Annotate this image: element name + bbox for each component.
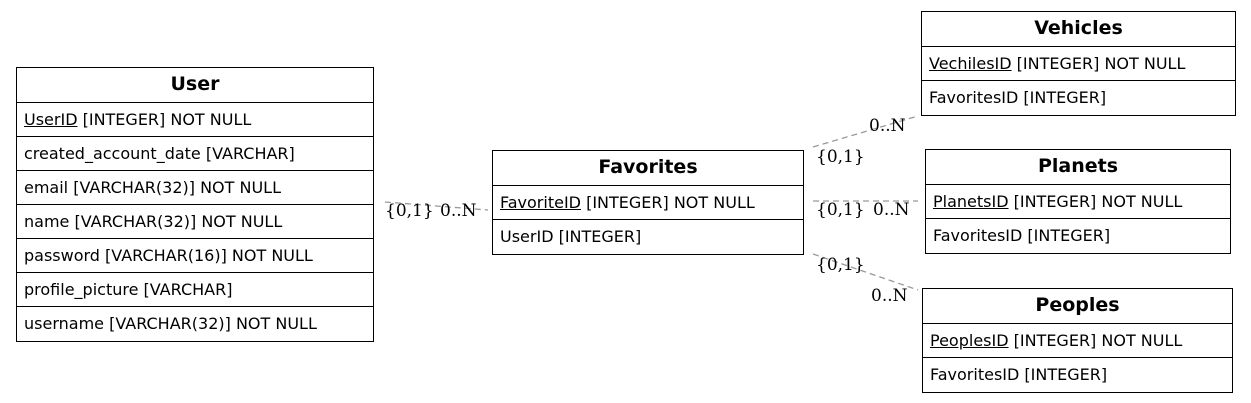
- card-favorites-vehicles-to: 0..N: [869, 116, 906, 136]
- field-label: FavoritesID [INTEGER]: [933, 226, 1111, 245]
- field-label: FavoritesID [INTEGER]: [930, 365, 1108, 384]
- field-label: profile_picture [VARCHAR]: [24, 280, 233, 299]
- field-label: password [VARCHAR(16)] NOT NULL: [24, 246, 313, 265]
- card-favorites-vehicles-from: {0,1}: [816, 147, 865, 167]
- entity-field-row: FavoritesID [INTEGER]: [923, 358, 1232, 392]
- entity-field-row: FavoritesID [INTEGER]: [922, 81, 1235, 115]
- field-type-label: [INTEGER] NOT NULL: [580, 193, 755, 212]
- field-label: UserID [INTEGER]: [500, 227, 642, 246]
- field-label: username [VARCHAR(32)] NOT NULL: [24, 314, 317, 333]
- entity-peoples[interactable]: Peoples PeoplesID [INTEGER] NOT NULL Fav…: [922, 288, 1233, 393]
- entity-field-row: UserID [INTEGER] NOT NULL: [17, 103, 373, 137]
- primary-key-label: PlanetsID: [933, 192, 1009, 211]
- card-favorites-peoples-from: {0,1}: [816, 255, 865, 275]
- entity-title: Planets: [926, 150, 1230, 185]
- field-type-label: [INTEGER] NOT NULL: [1008, 192, 1183, 211]
- card-favorites-planets-from: {0,1}: [816, 200, 865, 220]
- entity-planets[interactable]: Planets PlanetsID [INTEGER] NOT NULL Fav…: [925, 149, 1231, 254]
- entity-favorites[interactable]: Favorites FavoriteID [INTEGER] NOT NULL …: [492, 150, 804, 255]
- entity-title: Peoples: [923, 289, 1232, 324]
- entity-field-row: profile_picture [VARCHAR]: [17, 273, 373, 307]
- entity-field-row: UserID [INTEGER]: [493, 220, 803, 254]
- field-label: created_account_date [VARCHAR]: [24, 144, 295, 163]
- entity-title: Favorites: [493, 151, 803, 186]
- entity-field-row: FavoriteID [INTEGER] NOT NULL: [493, 186, 803, 220]
- card-user-favorites-to: 0..N: [440, 201, 477, 221]
- entity-title: Vehicles: [922, 12, 1235, 47]
- field-label: email [VARCHAR(32)] NOT NULL: [24, 178, 282, 197]
- entity-field-row: password [VARCHAR(16)] NOT NULL: [17, 239, 373, 273]
- primary-key-label: VechilesID: [929, 54, 1012, 73]
- entity-field-row: name [VARCHAR(32)] NOT NULL: [17, 205, 373, 239]
- entity-field-row: FavoritesID [INTEGER]: [926, 219, 1230, 253]
- card-user-favorites-from: {0,1}: [385, 201, 434, 221]
- card-favorites-planets-to: 0..N: [873, 200, 910, 220]
- er-diagram: {0,1} 0..N {0,1} 0..N {0,1} 0..N {0,1} 0…: [0, 0, 1251, 403]
- primary-key-label: PeoplesID: [930, 331, 1009, 350]
- field-type-label: [INTEGER] NOT NULL: [77, 110, 252, 129]
- primary-key-label: FavoriteID: [500, 193, 581, 212]
- field-label: name [VARCHAR(32)] NOT NULL: [24, 212, 283, 231]
- primary-key-label: UserID: [24, 110, 78, 129]
- entity-field-row: created_account_date [VARCHAR]: [17, 137, 373, 171]
- entity-field-row: email [VARCHAR(32)] NOT NULL: [17, 171, 373, 205]
- entity-field-row: PeoplesID [INTEGER] NOT NULL: [923, 324, 1232, 358]
- entity-vehicles[interactable]: Vehicles VechilesID [INTEGER] NOT NULL F…: [921, 11, 1236, 116]
- card-favorites-peoples-to: 0..N: [871, 286, 908, 306]
- field-type-label: [INTEGER] NOT NULL: [1011, 54, 1186, 73]
- field-type-label: [INTEGER] NOT NULL: [1008, 331, 1183, 350]
- entity-field-row: username [VARCHAR(32)] NOT NULL: [17, 307, 373, 341]
- entity-field-row: PlanetsID [INTEGER] NOT NULL: [926, 185, 1230, 219]
- entity-title: User: [17, 68, 373, 103]
- entity-user[interactable]: User UserID [INTEGER] NOT NULL created_a…: [16, 67, 374, 342]
- field-label: FavoritesID [INTEGER]: [929, 88, 1107, 107]
- entity-field-row: VechilesID [INTEGER] NOT NULL: [922, 47, 1235, 81]
